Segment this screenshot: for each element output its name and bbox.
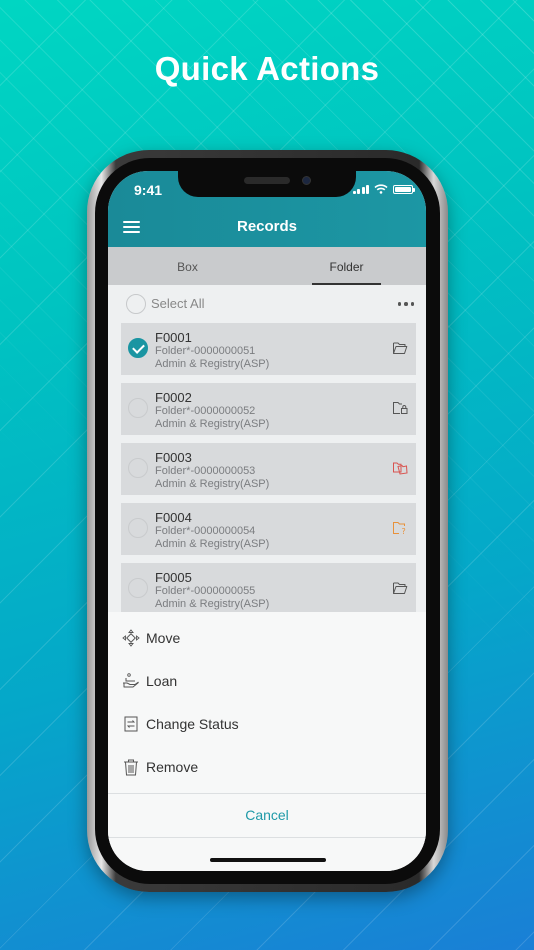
- item-code: Folder*-0000000053: [155, 465, 256, 477]
- change-status-icon: [124, 716, 138, 731]
- action-label: Loan: [146, 672, 178, 689]
- item-checkbox[interactable]: [128, 338, 148, 358]
- divider: [108, 837, 426, 838]
- list-item[interactable]: F0004 Folder*-0000000054 Admin & Registr…: [121, 503, 416, 555]
- action-loan[interactable]: Loan: [108, 659, 426, 702]
- select-all-checkbox[interactable]: [126, 294, 146, 314]
- list-item[interactable]: F0005 Folder*-0000000055 Admin & Registr…: [121, 563, 416, 615]
- item-code: Folder*-0000000051: [155, 345, 256, 357]
- notch: [178, 171, 356, 197]
- page-title: Records: [236, 218, 298, 235]
- svg-text:?: ?: [402, 527, 406, 535]
- cancel-button[interactable]: Cancel: [108, 794, 426, 837]
- action-label: Remove: [146, 758, 199, 775]
- item-dept: Admin & Registry(ASP): [155, 358, 270, 370]
- phone-screen: 9:41 Records Box Folder Select All F0001…: [108, 171, 426, 871]
- quick-actions-sheet: Move Loan Change Status Remove Cancel: [108, 612, 426, 871]
- select-all-label[interactable]: Select All: [151, 296, 204, 311]
- move-arrows-icon: [122, 628, 140, 647]
- item-id: F0003: [155, 450, 192, 465]
- list-item[interactable]: F0001 Folder*-0000000051 Admin & Registr…: [121, 323, 416, 375]
- tab-bar: Box Folder: [108, 247, 426, 285]
- action-label: Move: [146, 629, 181, 646]
- folder-open-icon: [393, 582, 408, 594]
- item-dept: Admin & Registry(ASP): [155, 478, 270, 490]
- item-id: F0001: [155, 330, 192, 345]
- action-move[interactable]: Move: [108, 616, 426, 659]
- list-item[interactable]: F0003 Folder*-0000000053 Admin & Registr…: [121, 443, 416, 495]
- item-checkbox[interactable]: [128, 518, 148, 538]
- records-list: F0001 Folder*-0000000051 Admin & Registr…: [121, 323, 416, 623]
- action-change-status[interactable]: Change Status: [108, 702, 426, 745]
- tab-folder[interactable]: Folder: [267, 247, 426, 285]
- item-dept: Admin & Registry(ASP): [155, 538, 270, 550]
- item-id: F0002: [155, 390, 192, 405]
- item-code: Folder*-0000000055: [155, 585, 256, 597]
- folder-question-icon: ?: [393, 522, 406, 535]
- loan-hand-icon: [123, 672, 139, 687]
- item-id: F0004: [155, 510, 192, 525]
- headline: Quick Actions: [154, 50, 380, 87]
- select-all-row: Select All: [108, 285, 426, 323]
- battery-icon: [393, 185, 415, 194]
- action-remove[interactable]: Remove: [108, 745, 426, 788]
- item-checkbox[interactable]: [128, 578, 148, 598]
- status-icons: [352, 184, 415, 194]
- trash-icon: [124, 759, 138, 775]
- folder-open-icon: [393, 342, 408, 354]
- home-indicator[interactable]: [210, 858, 326, 862]
- folder-multiple-icon: [393, 462, 408, 475]
- ellipsis-icon[interactable]: [397, 302, 414, 306]
- speaker: [244, 177, 290, 184]
- folder-lock-icon: [393, 402, 408, 414]
- item-code: Folder*-0000000052: [155, 405, 256, 417]
- item-dept: Admin & Registry(ASP): [155, 418, 270, 430]
- item-code: Folder*-0000000054: [155, 525, 256, 537]
- item-id: F0005: [155, 570, 192, 585]
- wifi-icon: [374, 184, 388, 194]
- action-label: Change Status: [146, 715, 239, 732]
- tab-box[interactable]: Box: [108, 247, 267, 285]
- item-checkbox[interactable]: [128, 458, 148, 478]
- cellular-signal-icon: [352, 184, 369, 194]
- item-dept: Admin & Registry(ASP): [155, 598, 270, 610]
- status-time: 9:41: [134, 182, 163, 198]
- list-item[interactable]: F0002 Folder*-0000000052 Admin & Registr…: [121, 383, 416, 435]
- item-checkbox[interactable]: [128, 398, 148, 418]
- camera: [302, 176, 311, 185]
